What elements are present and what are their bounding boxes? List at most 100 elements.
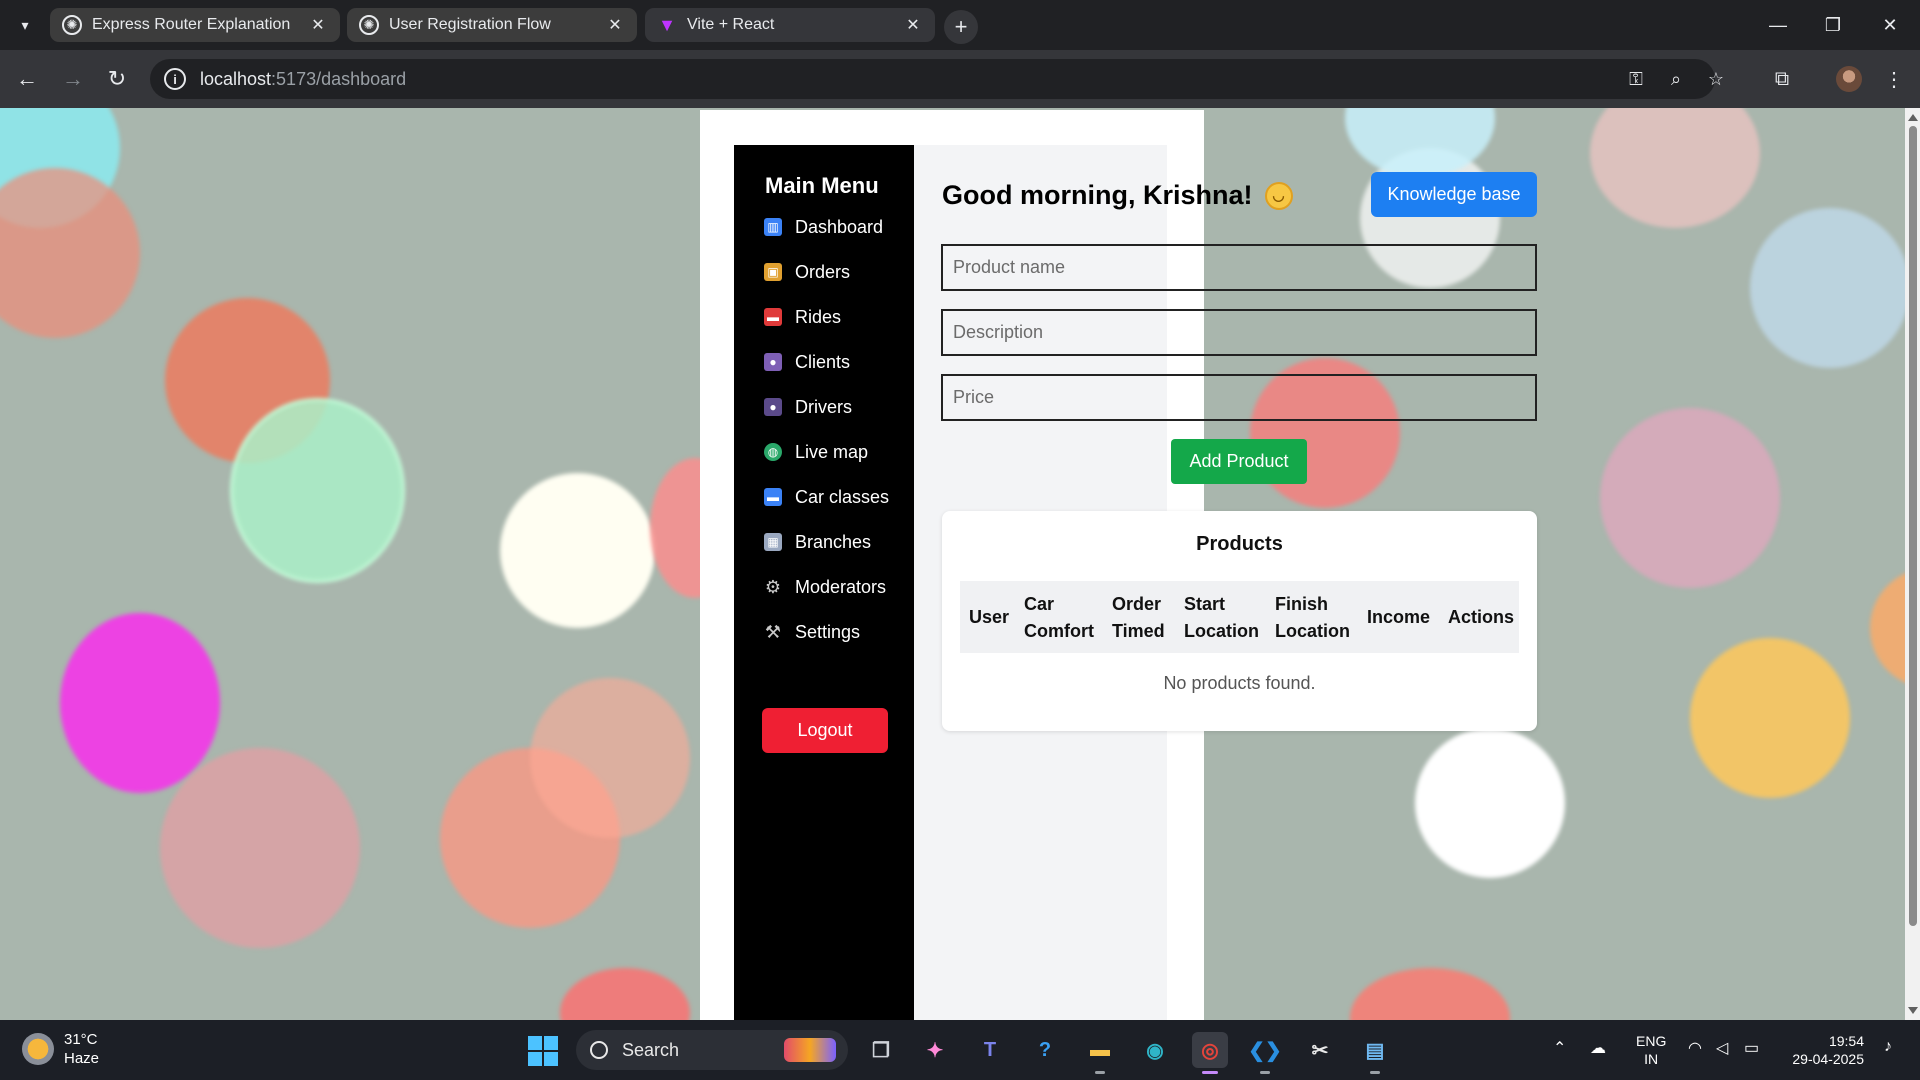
copilot-icon[interactable]: ✦: [917, 1032, 953, 1068]
sidebar-item-label: Orders: [795, 261, 851, 282]
volume-icon[interactable]: ◁: [1716, 1038, 1728, 1058]
chatgpt-icon: ✺: [359, 15, 379, 35]
zoom-icon[interactable]: ⌕: [1665, 68, 1687, 90]
teams-icon[interactable]: T: [972, 1032, 1008, 1068]
bokeh-light: [530, 678, 690, 838]
description-input[interactable]: [941, 309, 1537, 356]
password-key-icon[interactable]: ⚿: [1625, 68, 1647, 90]
browser-toolbar: ← → ↻ i localhost:5173/dashboard ⚿ ⌕ ☆ ⧉…: [0, 50, 1920, 108]
wifi-icon[interactable]: ◠: [1688, 1038, 1702, 1058]
bokeh-light: [0, 168, 140, 338]
edge-icon[interactable]: ◉: [1137, 1032, 1173, 1068]
chatgpt-icon: ✺: [62, 15, 82, 35]
weather-haze-icon: [22, 1033, 54, 1065]
bokeh-light: [1870, 568, 1905, 688]
page-viewport: Main Menu ▥ Dashboard ▣ Orders ▬ Rides ●…: [0, 108, 1905, 1020]
sidebar-item-label: Clients: [795, 351, 851, 372]
greeting-heading: Good morning, Krishna! ◡: [942, 180, 1293, 211]
scroll-up-icon[interactable]: [1908, 114, 1918, 121]
tab-title: Express Router Explanation: [92, 16, 291, 33]
bokeh-light: [230, 398, 405, 583]
car-icon: ▬: [764, 488, 782, 506]
url-text[interactable]: localhost:5173/dashboard: [200, 69, 406, 90]
chrome-icon[interactable]: ◎: [1192, 1032, 1228, 1074]
forward-arrow-icon[interactable]: →: [56, 62, 90, 96]
restore-icon[interactable]: ❐: [1813, 10, 1853, 40]
notepad-icon[interactable]: ▤: [1357, 1032, 1393, 1074]
sidebar-item-live-map[interactable]: ◍ Live map: [764, 437, 868, 467]
table-header-row: User Car Comfort Order Timed Start Locat…: [960, 581, 1519, 653]
scrollbar-thumb[interactable]: [1909, 126, 1917, 926]
back-arrow-icon[interactable]: ←: [10, 62, 44, 96]
windows-start-icon[interactable]: [528, 1036, 558, 1066]
more-menu-icon[interactable]: ⋮: [1879, 64, 1909, 94]
sidebar-item-car-classes[interactable]: ▬ Car classes: [764, 482, 889, 512]
sidebar-item-drivers[interactable]: ● Drivers: [764, 392, 852, 422]
sidebar-item-rides[interactable]: ▬ Rides: [764, 302, 841, 332]
reload-icon[interactable]: ↻: [100, 62, 134, 96]
tab-user-registration[interactable]: ✺ User Registration Flow ✕: [347, 8, 637, 42]
system-clock[interactable]: 19:54 29-04-2025: [1784, 1032, 1864, 1068]
profile-avatar[interactable]: [1836, 66, 1862, 92]
column-header: Start Location: [1184, 594, 1259, 641]
page-scrollbar[interactable]: [1905, 108, 1920, 1020]
user-icon: ●: [764, 398, 782, 416]
weather-temp: 31°C: [64, 1031, 98, 1048]
notification-bell-icon[interactable]: ♪: [1884, 1038, 1892, 1056]
taskbar-search[interactable]: Search: [576, 1030, 848, 1070]
sidebar-item-dashboard[interactable]: ▥ Dashboard: [764, 212, 883, 242]
weather-widget[interactable]: 31°C Haze: [22, 1030, 99, 1068]
tab-title: Vite + React: [687, 16, 775, 33]
scroll-down-icon[interactable]: [1908, 1007, 1918, 1014]
tab-title: User Registration Flow: [389, 16, 551, 33]
new-tab-button[interactable]: +: [944, 10, 978, 44]
site-info-icon[interactable]: i: [164, 68, 186, 90]
battery-icon[interactable]: ▭: [1744, 1038, 1759, 1058]
tab-vite-react[interactable]: ▼ Vite + React ✕: [645, 8, 935, 42]
greeting-text: Good morning, Krishna!: [942, 180, 1253, 210]
logout-button[interactable]: Logout: [762, 708, 888, 753]
minimize-icon[interactable]: —: [1758, 10, 1798, 40]
close-icon[interactable]: ✕: [605, 15, 625, 35]
car-icon: ▬: [764, 308, 782, 326]
task-view-icon[interactable]: ❐: [863, 1032, 899, 1068]
sidebar-item-settings[interactable]: ⚒ Settings: [764, 617, 860, 647]
vscode-icon[interactable]: ❮❯: [1247, 1032, 1283, 1074]
column-header: Actions: [1448, 607, 1515, 627]
bokeh-light: [1750, 208, 1905, 368]
price-input[interactable]: [941, 374, 1537, 421]
users-icon: ●: [764, 353, 782, 371]
column-header: Income: [1367, 607, 1431, 627]
language-indicator[interactable]: ENG IN: [1636, 1032, 1666, 1068]
bookmark-star-icon[interactable]: ☆: [1705, 68, 1727, 90]
sidebar-item-moderators[interactable]: ⚙ Moderators: [764, 572, 886, 602]
empty-state-text: No products found.: [1163, 673, 1316, 693]
sidebar-item-branches[interactable]: ▦ Branches: [764, 527, 871, 557]
tab-express-router[interactable]: ✺ Express Router Explanation ✕: [50, 8, 340, 42]
product-name-input[interactable]: [941, 244, 1537, 291]
close-icon[interactable]: ✕: [903, 15, 923, 35]
close-icon[interactable]: ✕: [308, 15, 328, 35]
file-explorer-icon[interactable]: ▬: [1082, 1032, 1118, 1074]
sidebar-item-label: Car classes: [795, 486, 890, 507]
help-icon[interactable]: ?: [1027, 1032, 1063, 1068]
extensions-puzzle-icon[interactable]: ⧉: [1767, 64, 1797, 94]
search-label: Search: [622, 1039, 680, 1060]
sidebar-item-clients[interactable]: ● Clients: [764, 347, 850, 377]
products-table-card: Products User Car Comfort Order Timed St…: [942, 511, 1537, 731]
bokeh-light: [160, 748, 360, 948]
sidebar-item-orders[interactable]: ▣ Orders: [764, 257, 850, 287]
tab-strip: ▾ ✺ Express Router Explanation ✕ ✺ User …: [0, 0, 1920, 50]
bokeh-light: [1415, 728, 1565, 878]
tools-icon: ⚒: [764, 621, 782, 642]
sidebar-item-label: Rides: [795, 306, 842, 327]
tray-chevron-up-icon[interactable]: ⌃: [1553, 1038, 1566, 1058]
knowledge-base-button[interactable]: Knowledge base: [1371, 172, 1537, 217]
tab-search-chevron-icon[interactable]: ▾: [10, 10, 40, 40]
snipping-tool-icon[interactable]: ✂: [1302, 1032, 1338, 1068]
address-bar[interactable]: i localhost:5173/dashboard ⚿ ⌕ ☆: [150, 59, 1724, 99]
onedrive-icon[interactable]: ☁: [1590, 1038, 1606, 1058]
add-product-button[interactable]: Add Product: [1171, 439, 1307, 484]
building-icon: ▦: [764, 533, 782, 551]
window-close-icon[interactable]: ✕: [1870, 10, 1910, 40]
